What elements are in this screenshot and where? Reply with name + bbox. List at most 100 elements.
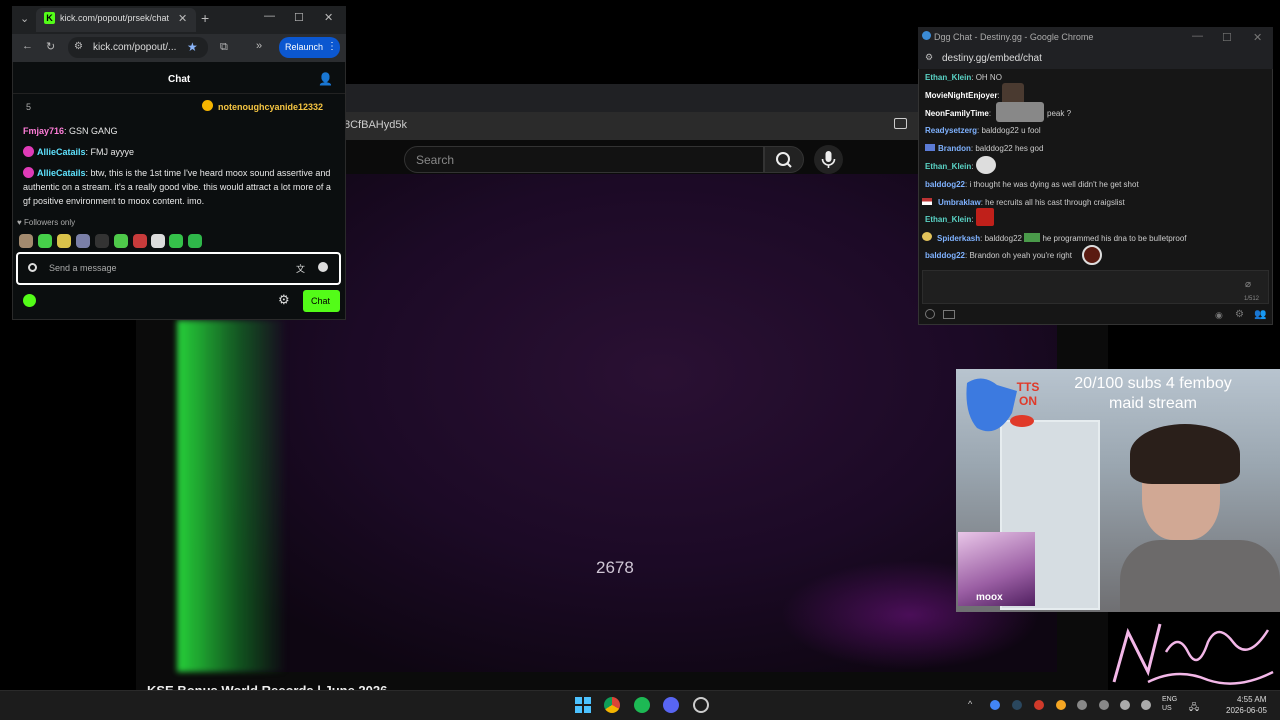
dgg-username[interactable]: Umbraklaw — [938, 198, 981, 207]
search-icon — [776, 152, 792, 168]
tray-app-icon[interactable] — [1099, 700, 1109, 710]
emote-icon[interactable] — [133, 234, 147, 248]
site-info-icon[interactable]: ⚙ — [74, 41, 83, 52]
us-flag-icon — [922, 198, 932, 205]
more-tabs-icon[interactable]: » — [256, 40, 262, 52]
chat-username[interactable]: AllieCatails — [37, 168, 86, 178]
spotify-icon[interactable] — [634, 697, 650, 713]
kick-k-icon[interactable] — [23, 294, 36, 307]
nothing-else-logo — [1108, 612, 1280, 690]
tray-chrome-icon[interactable] — [990, 700, 1000, 710]
new-tab-icon[interactable]: + — [201, 10, 209, 26]
dgg-username[interactable]: Ethan_Klein — [925, 73, 971, 82]
emote-icon[interactable] — [114, 234, 128, 248]
dgg-char-count: 1/512 — [1244, 296, 1260, 302]
dgg-username[interactable]: balddog22 — [925, 251, 965, 260]
discord-icon[interactable] — [663, 697, 679, 713]
dgg-username[interactable]: Ethan_Klein — [925, 215, 971, 224]
minimize-icon[interactable]: — — [1192, 30, 1203, 42]
dgg-message: Ethan_Klein: OH NO — [925, 73, 1002, 82]
clock-time[interactable]: 4:55 AM — [1237, 695, 1266, 704]
obs-icon[interactable] — [693, 697, 709, 713]
attach-icon[interactable]: ⌀ — [1245, 279, 1251, 290]
tray-app-icon[interactable] — [1056, 700, 1066, 710]
pinned-username[interactable]: notenoughcyanide12332 — [218, 100, 323, 114]
emote-menu-icon[interactable] — [925, 309, 935, 319]
close-tab-icon[interactable]: ✕ — [178, 12, 187, 25]
dgg-username[interactable]: Brandon — [938, 144, 971, 153]
dgg-username[interactable]: MovieNightEnjoyer — [925, 91, 997, 100]
video-search-placeholder: Search — [416, 153, 455, 167]
extensions-icon[interactable]: ⧉ — [220, 41, 228, 54]
network-icon[interactable]: 🖧 — [1189, 700, 1199, 716]
kick-logo-icon: K — [44, 12, 55, 24]
emote-icon[interactable] — [38, 234, 52, 248]
tray-steam-icon[interactable] — [1012, 700, 1022, 710]
dgg-username[interactable]: Ethan_Klein — [925, 162, 971, 171]
tray-app-icon[interactable] — [1141, 700, 1151, 710]
cast-icon[interactable] — [894, 118, 907, 129]
whisper-icon[interactable] — [943, 310, 955, 319]
tab-list-dropdown-icon[interactable]: ⌄ — [20, 12, 29, 25]
coin-badge-icon — [202, 100, 213, 111]
maximize-icon[interactable]: ☐ — [294, 11, 304, 24]
reload-icon[interactable]: ↻ — [46, 40, 55, 53]
tray-brave-icon[interactable] — [1034, 700, 1044, 710]
dgg-username[interactable]: NeonFamilyTime — [925, 109, 989, 118]
input-language-code: ENG — [1162, 696, 1178, 703]
tray-mic-icon[interactable] — [1120, 700, 1130, 710]
emote-icon[interactable] — [188, 234, 202, 248]
dgg-window-title: Dgg Chat - Destiny.gg - Google Chrome — [934, 32, 1094, 42]
dgg-emote-icon — [996, 102, 1044, 122]
dgg-emote-icon — [976, 156, 996, 174]
relaunch-label: Relaunch — [285, 42, 324, 52]
dgg-message-input[interactable] — [922, 270, 1269, 304]
settings-gear-icon[interactable]: ⚙ — [278, 292, 290, 308]
close-window-icon[interactable]: ✕ — [324, 11, 333, 24]
voice-search-button[interactable] — [814, 145, 843, 174]
video-counter-text: 2678 — [596, 558, 634, 577]
chat-username[interactable]: AllieCatails — [37, 147, 86, 157]
emoji-icon[interactable] — [318, 262, 328, 272]
eye-icon[interactable]: ◉ — [1215, 310, 1223, 321]
maximize-icon[interactable]: ☐ — [1222, 31, 1232, 44]
windows-start-icon[interactable] — [575, 697, 591, 713]
users-icon[interactable]: 👥 — [1254, 309, 1266, 320]
search-button[interactable] — [764, 146, 804, 173]
input-region-code: US — [1162, 705, 1172, 712]
tray-chevron-icon[interactable]: ^ — [968, 699, 972, 709]
chat-message: Fmjay716: GSN GANG — [23, 126, 118, 136]
site-info-icon[interactable]: ⚙ — [925, 52, 933, 63]
emote-icon[interactable] — [19, 234, 33, 248]
user-list-icon[interactable]: 👤 — [318, 72, 333, 86]
tray-app-icon[interactable] — [1077, 700, 1087, 710]
guest-cam-label: moox — [976, 592, 1003, 603]
emote-icon[interactable] — [169, 234, 183, 248]
minimize-icon[interactable]: — — [264, 10, 275, 22]
dgg-username[interactable]: balddog22 — [925, 180, 965, 189]
nothing-else-logo-art — [1112, 623, 1274, 685]
back-icon[interactable]: ← — [22, 40, 33, 52]
emote-icon[interactable] — [76, 234, 90, 248]
emote-icon[interactable] — [95, 234, 109, 248]
chrome-icon[interactable] — [604, 697, 620, 713]
dgg-username[interactable]: Readysetzerg — [925, 126, 977, 135]
sub-badge-icon — [23, 146, 34, 157]
settings-gear-icon[interactable]: ⚙ — [1235, 309, 1244, 320]
bookmark-star-icon[interactable]: ★ — [187, 40, 198, 54]
followers-only-notice: ♥ Followers only — [17, 216, 75, 230]
dgg-username[interactable]: Spiderkash — [937, 234, 980, 243]
menu-kebab-icon[interactable]: ⋮ — [327, 41, 337, 52]
clock-date[interactable]: 2026-06-05 — [1226, 706, 1267, 715]
video-search-input[interactable] — [404, 146, 764, 173]
dgg-url-text: destiny.gg/embed/chat — [942, 53, 1042, 64]
translate-icon[interactable]: 文 — [296, 262, 305, 275]
input-language[interactable]: ENG US — [1162, 695, 1177, 713]
emote-icon[interactable] — [151, 234, 165, 248]
chat-username[interactable]: Fmjay716 — [23, 126, 64, 136]
dgg-text: balddog22 u fool — [981, 126, 1041, 135]
chat-message: AllieCatails: btw, this is the 1st time … — [23, 167, 331, 206]
dgg-text: Brandon oh yeah you're right — [969, 251, 1072, 260]
close-window-icon[interactable]: ✕ — [1253, 31, 1262, 44]
emote-icon[interactable] — [57, 234, 71, 248]
